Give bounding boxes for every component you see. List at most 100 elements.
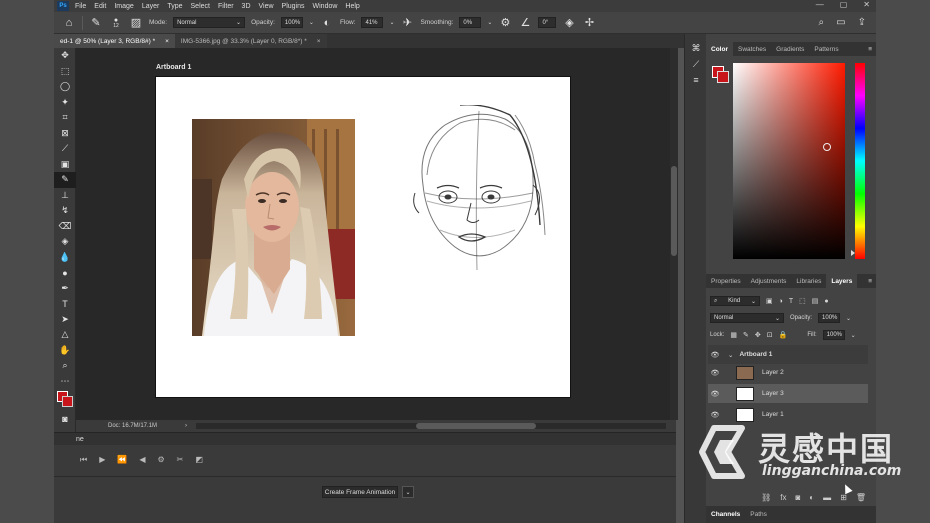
- brush-preset-picker[interactable]: ● 12: [109, 17, 123, 29]
- menu-edit[interactable]: Edit: [94, 3, 106, 10]
- blur-tool-icon[interactable]: 💧: [54, 250, 76, 266]
- transition-icon[interactable]: ◩: [195, 455, 203, 465]
- mode-select[interactable]: Normal ⌄: [173, 17, 246, 28]
- link-layers-icon[interactable]: ⛓: [761, 493, 771, 502]
- background-color-swatch[interactable]: [717, 71, 729, 83]
- color-picker-field[interactable]: [733, 63, 845, 259]
- smoothing-field[interactable]: 0%: [459, 17, 482, 28]
- add-mask-icon[interactable]: ◙: [795, 493, 800, 502]
- blend-mode-select[interactable]: Normal ⌄: [710, 313, 784, 323]
- first-frame-icon[interactable]: ⏮: [80, 455, 87, 465]
- layer-row-layer-2[interactable]: 👁 Layer 2: [708, 363, 868, 382]
- gear-icon[interactable]: ⚙: [498, 16, 512, 29]
- lock-all-icon[interactable]: 🔒: [779, 331, 788, 339]
- eraser-tool-icon[interactable]: ⌫: [54, 219, 76, 235]
- marquee-tool-icon[interactable]: ⬚: [54, 64, 76, 80]
- home-icon[interactable]: ⌂: [62, 17, 76, 29]
- create-frame-animation-button[interactable]: Create Frame Animation: [322, 486, 398, 498]
- tab-color[interactable]: Color: [706, 42, 733, 56]
- status-arrow-icon[interactable]: ›: [185, 423, 187, 429]
- tab-patterns[interactable]: Patterns: [809, 42, 843, 56]
- menu-layer[interactable]: Layer: [142, 3, 160, 10]
- fx-icon[interactable]: fx: [780, 493, 786, 502]
- new-group-icon[interactable]: ▬: [823, 493, 831, 502]
- lasso-tool-icon[interactable]: ◯: [54, 79, 76, 95]
- adjustment-layer-icon[interactable]: ◐: [809, 493, 814, 502]
- pen-tool-icon[interactable]: ✒: [54, 281, 76, 297]
- color-picker-cursor[interactable]: [823, 143, 831, 151]
- tab-paths[interactable]: Paths: [745, 508, 772, 522]
- opacity-field[interactable]: 100%: [280, 17, 303, 28]
- history-brush-tool-icon[interactable]: ↯: [54, 203, 76, 219]
- layer-fill-field[interactable]: 100%: [822, 330, 845, 340]
- close-icon[interactable]: ×: [317, 38, 321, 45]
- pressure-opacity-icon[interactable]: ◐: [320, 17, 334, 29]
- shape-tool-icon[interactable]: △: [54, 327, 76, 343]
- panel-menu-icon[interactable]: ≡: [868, 278, 872, 285]
- menu-help[interactable]: Help: [345, 3, 359, 10]
- doc-tab-artboard[interactable]: ed-1 @ 50% (Layer 3, RGB/8#) * ×: [54, 34, 175, 48]
- visibility-eye-icon[interactable]: 👁: [708, 390, 722, 398]
- eyedropper-tool-icon[interactable]: ⟋: [54, 141, 76, 157]
- lock-artboard-icon[interactable]: ⊡: [767, 331, 773, 339]
- share-icon[interactable]: ⇪: [858, 17, 866, 28]
- search-icon[interactable]: ⌕: [819, 17, 825, 28]
- pressure-size-icon[interactable]: ◈: [562, 16, 576, 29]
- clone-stamp-tool-icon[interactable]: ⊥: [54, 188, 76, 204]
- lock-position-icon[interactable]: ✥: [755, 331, 761, 339]
- more-tools-icon[interactable]: ⋯: [54, 374, 76, 390]
- chevron-down-icon[interactable]: ⌄: [851, 332, 856, 339]
- menu-select[interactable]: Select: [191, 3, 210, 10]
- canvas-vertical-scrollbar[interactable]: [670, 48, 678, 420]
- tab-adjustments[interactable]: Adjustments: [746, 274, 792, 288]
- history-icon[interactable]: ⌘: [685, 40, 707, 56]
- chevron-down-icon[interactable]: ⌄: [487, 19, 492, 26]
- filter-adjustment-icon[interactable]: ◑: [779, 298, 783, 305]
- tab-layers[interactable]: Layers: [826, 274, 858, 288]
- scrollbar-thumb[interactable]: [671, 166, 677, 256]
- menu-3d[interactable]: 3D: [242, 3, 251, 10]
- chevron-down-icon[interactable]: ⌄: [846, 315, 851, 322]
- step-forward-icon[interactable]: ◀: [139, 455, 145, 465]
- tab-libraries[interactable]: Libraries: [791, 274, 826, 288]
- brush-tool-icon[interactable]: ✎: [54, 172, 76, 188]
- dodge-tool-icon[interactable]: ●: [54, 265, 76, 281]
- scrollbar-thumb[interactable]: [416, 423, 536, 429]
- chevron-down-icon[interactable]: ⌄: [389, 19, 394, 26]
- layer-row-layer-3[interactable]: 👁 Layer 3: [708, 384, 868, 403]
- angle-field[interactable]: 0°: [538, 17, 557, 28]
- lock-pixels-icon[interactable]: ✎: [743, 331, 749, 339]
- paint-bucket-tool-icon[interactable]: ◈: [54, 234, 76, 250]
- doc-tab-img[interactable]: IMG-5366.jpg @ 33.3% (Layer 0, RGB/8*) *…: [174, 34, 327, 48]
- trash-icon[interactable]: 🗑: [856, 493, 866, 502]
- visibility-eye-icon[interactable]: 👁: [708, 351, 722, 359]
- filter-shape-icon[interactable]: ⬚: [799, 297, 806, 305]
- layer-group-artboard[interactable]: 👁 ⌄ Artboard 1: [708, 345, 868, 364]
- filter-type-icon[interactable]: T: [789, 298, 793, 305]
- canvas-horizontal-scrollbar[interactable]: [196, 423, 666, 429]
- hand-tool-icon[interactable]: ✋: [54, 343, 76, 359]
- minimize-icon[interactable]: —: [816, 0, 824, 9]
- menu-file[interactable]: File: [75, 3, 86, 10]
- workspace-icon[interactable]: ▭: [836, 17, 845, 28]
- menu-plugins[interactable]: Plugins: [282, 3, 305, 10]
- menu-type[interactable]: Type: [167, 3, 182, 10]
- filter-smart-object-icon[interactable]: ▤: [812, 297, 819, 305]
- move-tool-icon[interactable]: ✥: [54, 48, 76, 64]
- menu-image[interactable]: Image: [114, 3, 133, 10]
- lock-transparent-icon[interactable]: ▦: [730, 331, 737, 339]
- filter-toggle-icon[interactable]: ●: [824, 298, 828, 305]
- play-icon[interactable]: ▶: [99, 455, 105, 465]
- layer-opacity-field[interactable]: 100%: [818, 313, 841, 323]
- settings-icon[interactable]: ⚙: [157, 455, 164, 465]
- brush-settings-icon[interactable]: ▨: [129, 16, 143, 29]
- cut-icon[interactable]: ✂: [177, 455, 184, 465]
- panel-menu-icon[interactable]: ≡: [868, 46, 872, 53]
- menu-view[interactable]: View: [259, 3, 274, 10]
- layer-kind-select[interactable]: ⌕ Kind ⌄: [710, 296, 760, 306]
- airbrush-icon[interactable]: ✈: [401, 16, 415, 29]
- artboard-label[interactable]: Artboard 1: [156, 64, 191, 71]
- path-selection-tool-icon[interactable]: ➤: [54, 312, 76, 328]
- brush-tool-icon[interactable]: ✎: [89, 16, 103, 29]
- tab-swatches[interactable]: Swatches: [733, 42, 771, 56]
